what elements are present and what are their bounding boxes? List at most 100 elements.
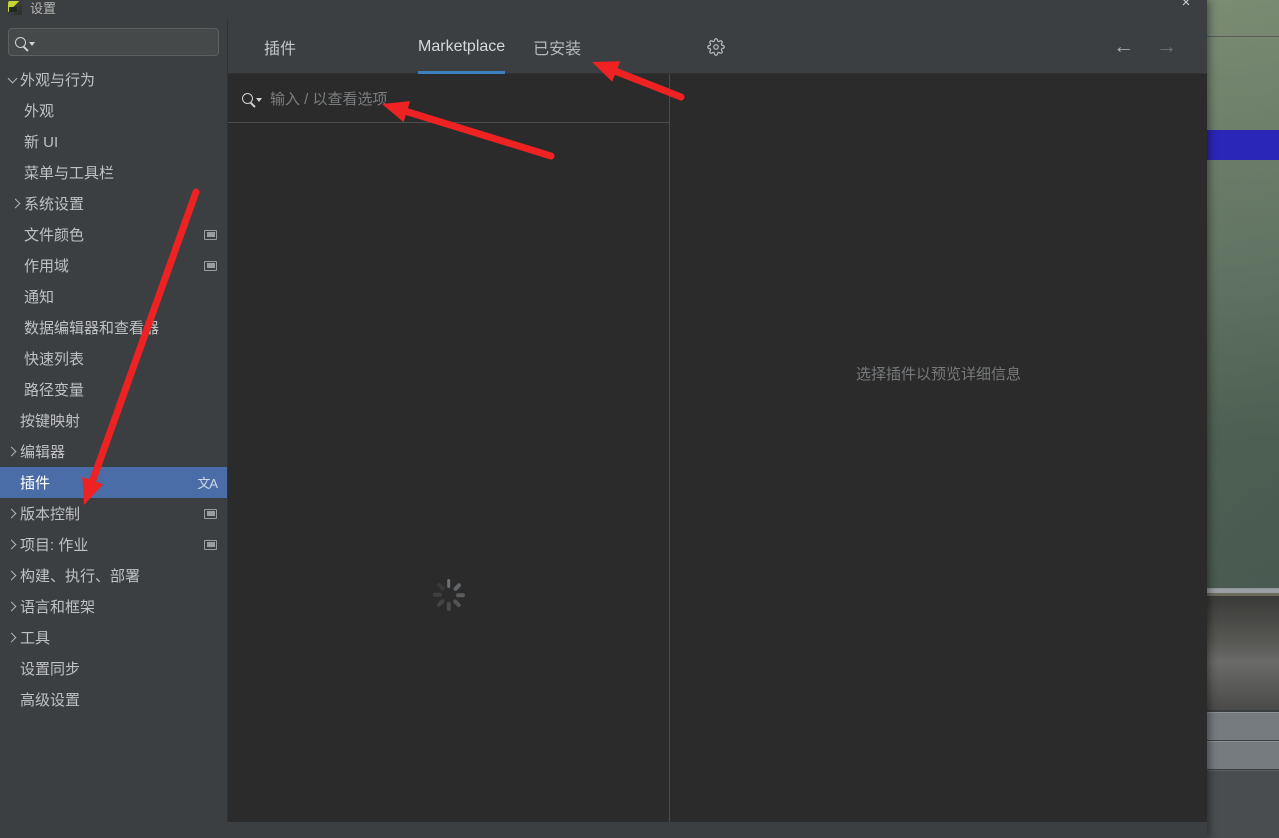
settings-tree[interactable]: 外观与行为外观新 UI 菜单与工具栏 系统设置文件颜色作用域通知数据编辑器和查看器快… (0, 62, 227, 822)
sidebar-item-4[interactable]: 系统设置 (0, 188, 227, 219)
spinner-spoke (452, 598, 462, 608)
sidebar-item-1[interactable]: 外观 (0, 95, 227, 126)
sidebar-item-7[interactable]: 通知 (0, 281, 227, 312)
settings-tree-pane: 外观与行为外观新 UI 菜单与工具栏 系统设置文件颜色作用域通知数据编辑器和查看器快… (0, 20, 228, 822)
plugin-search-box[interactable]: 输入 / 以查看选项 (228, 74, 669, 123)
sidebar-item-label: 系统设置 (24, 196, 85, 213)
project-scope-icon (204, 229, 217, 240)
page-title: 插件 (264, 40, 297, 58)
gear-icon[interactable] (703, 34, 729, 60)
spinner-spoke (446, 602, 451, 611)
background-separator (1205, 36, 1279, 37)
chevron-right-icon (4, 508, 20, 519)
plugin-list[interactable] (228, 123, 669, 822)
translate-icon: 文A (197, 476, 218, 491)
sidebar-item-label: 新 UI (24, 134, 59, 151)
sidebar-item-label: 快速列表 (24, 351, 85, 368)
sidebar-item-15[interactable]: 项目: 作业 (0, 529, 227, 560)
settings-search-input[interactable] (40, 34, 216, 50)
sidebar-item-label: 设置同步 (20, 661, 81, 678)
sidebar-item-label: 外观与行为 (20, 72, 96, 89)
settings-search-box[interactable] (8, 28, 219, 56)
sidebar-item-label: 按键映射 (20, 413, 81, 430)
spinner-spoke (455, 593, 465, 597)
tab-marketplace[interactable]: Marketplace (404, 20, 519, 74)
spinner-icon (432, 578, 466, 612)
sidebar-item-20[interactable]: 高级设置 (0, 684, 227, 715)
sidebar-item-10[interactable]: 路径变量 (0, 374, 227, 405)
plugins-header: 插件 Marketplace 已安装 ← → (228, 20, 1207, 74)
chevron-down-icon (4, 73, 20, 83)
background-selected-row (1205, 130, 1279, 160)
spinner-spoke (435, 598, 445, 608)
dialog-body: 外观与行为外观新 UI 菜单与工具栏 系统设置文件颜色作用域通知数据编辑器和查看器快… (0, 20, 1207, 822)
plugins-content: 插件 Marketplace 已安装 ← → 输入 / 以查看选项 选择插件以预… (228, 20, 1207, 822)
arrow-right-icon[interactable]: → (1156, 36, 1177, 57)
arrow-left-icon[interactable]: ← (1113, 36, 1134, 57)
intellij-idea-icon (8, 1, 22, 15)
settings-dialog: 设置 × 外观与行为外观新 UI 菜单与工具栏 系统设置文件颜色作用域通知数据编辑器… (0, 0, 1207, 838)
tab-installed[interactable]: 已安装 (519, 20, 595, 74)
background-panel (1205, 770, 1279, 838)
background-image-lower (1205, 590, 1279, 710)
sidebar-item-17[interactable]: 语言和框架 (0, 591, 227, 622)
plugins-panes: 输入 / 以查看选项 选择插件以预览详细信息 (228, 74, 1207, 822)
sidebar-item-14[interactable]: 版本控制 (0, 498, 227, 529)
search-icon (242, 92, 262, 104)
chevron-right-icon (4, 601, 20, 612)
chevron-right-icon (8, 198, 24, 209)
project-scope-icon (204, 260, 217, 271)
sidebar-item-label: 外观 (24, 103, 55, 120)
plugins-tabs: Marketplace 已安装 (404, 20, 595, 74)
spinner-spoke (446, 579, 451, 588)
sidebar-item-8[interactable]: 数据编辑器和查看器 (0, 312, 227, 343)
sidebar-item-2[interactable]: 新 UI (0, 126, 227, 157)
sidebar-item-6[interactable]: 作用域 (0, 250, 227, 281)
sidebar-item-3[interactable]: 菜单与工具栏 (0, 157, 227, 188)
sidebar-item-16[interactable]: 构建、执行、部署 (0, 560, 227, 591)
background-list-row (1205, 741, 1279, 769)
sidebar-item-plugins[interactable]: 插件 文A (0, 467, 227, 498)
navigation-buttons: ← → (1113, 36, 1177, 57)
plugin-list-pane: 输入 / 以查看选项 (228, 74, 670, 822)
sidebar-item-label: 项目: 作业 (20, 537, 89, 554)
chevron-right-icon (4, 539, 20, 550)
dialog-titlebar: 设置 × (0, 0, 1207, 20)
chevron-right-icon (4, 570, 20, 581)
background-divider-row (1205, 588, 1279, 593)
sidebar-item-label: 文件颜色 (24, 227, 85, 244)
sidebar-item-label: 构建、执行、部署 (20, 568, 141, 585)
sidebar-item-label: 高级设置 (20, 692, 81, 709)
sidebar-item-label: 路径变量 (24, 382, 85, 399)
plugin-detail-empty-message: 选择插件以预览详细信息 (855, 365, 1021, 383)
sidebar-item-18[interactable]: 工具 (0, 622, 227, 653)
project-scope-icon (204, 539, 217, 550)
spinner-spoke (452, 582, 462, 592)
sidebar-item-label: 数据编辑器和查看器 (24, 320, 160, 337)
sidebar-item-5[interactable]: 文件颜色 (0, 219, 227, 250)
sidebar-item-label: 菜单与工具栏 (24, 165, 115, 182)
chevron-right-icon (4, 632, 20, 643)
sidebar-item-label: 通知 (24, 289, 55, 306)
chevron-right-icon (4, 446, 20, 457)
close-icon[interactable]: × (1175, 0, 1197, 12)
project-scope-icon (204, 508, 217, 519)
sidebar-item-label: 作用域 (24, 258, 70, 275)
sidebar-item-label: 版本控制 (20, 506, 81, 523)
sidebar-item-12[interactable]: 编辑器 (0, 436, 227, 467)
sidebar-item-11[interactable]: 按键映射 (0, 405, 227, 436)
background-separator (1205, 770, 1279, 771)
dialog-footer (0, 822, 1207, 838)
sidebar-item-label: 编辑器 (20, 444, 66, 461)
sidebar-item-19[interactable]: 设置同步 (0, 653, 227, 684)
sidebar-item-label: 工具 (20, 630, 51, 647)
search-icon (15, 36, 35, 48)
plugin-search-placeholder: 输入 / 以查看选项 (270, 90, 388, 108)
sidebar-item-label: 语言和框架 (20, 599, 96, 616)
spinner-spoke (432, 593, 442, 597)
sidebar-item-0[interactable]: 外观与行为 (0, 64, 227, 95)
plugin-detail-pane: 选择插件以预览详细信息 (670, 74, 1207, 822)
dialog-title: 设置 (30, 0, 57, 16)
spinner-spoke (435, 582, 445, 592)
sidebar-item-9[interactable]: 快速列表 (0, 343, 227, 374)
